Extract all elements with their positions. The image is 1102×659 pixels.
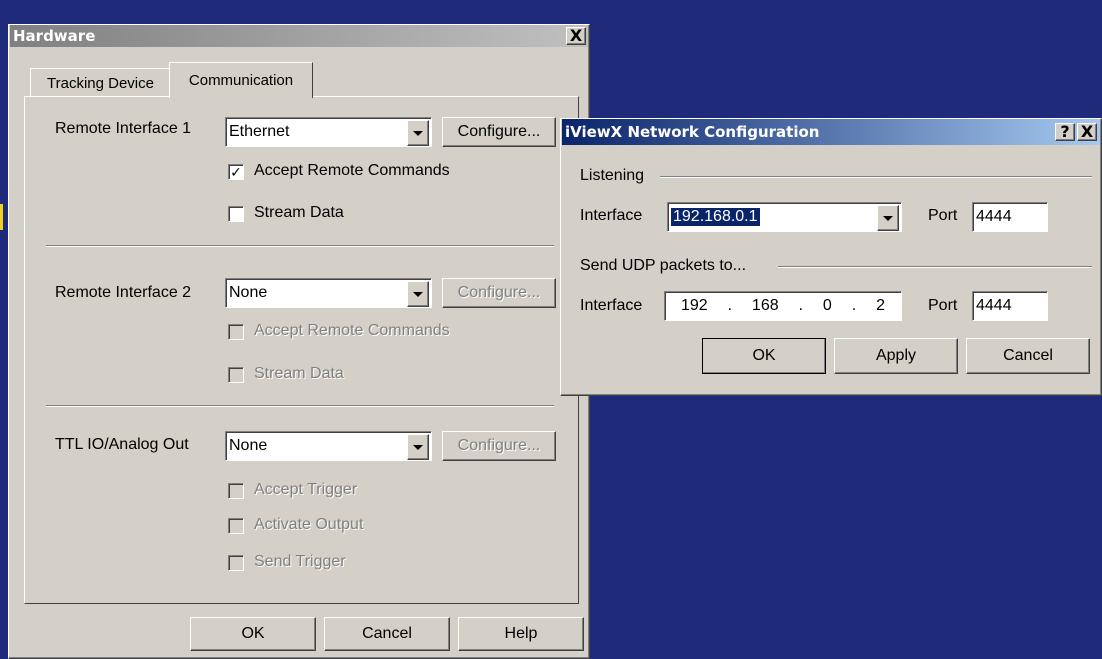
ok-label: OK <box>752 347 776 364</box>
ok-button[interactable]: OK <box>190 617 316 651</box>
cancel-label: Cancel <box>362 625 412 642</box>
ok-label: OK <box>241 625 265 642</box>
help-button[interactable]: Help <box>458 617 584 651</box>
remote-interface-2-select[interactable]: None <box>225 278 432 308</box>
hardware-titlebar[interactable]: Hardware <box>10 25 588 47</box>
send-trigger-checkbox[interactable] <box>228 555 244 571</box>
tab-tracking-device[interactable]: Tracking Device <box>30 68 171 97</box>
network-cancel-button[interactable]: Cancel <box>966 338 1090 374</box>
separator <box>46 245 554 247</box>
ip-octet-4[interactable]: 2 <box>876 297 885 315</box>
send-port-input[interactable]: 4444 <box>972 291 1048 321</box>
send-port-label: Port <box>928 297 958 314</box>
send-interface-label: Interface <box>580 297 643 314</box>
apply-label: Apply <box>875 347 917 364</box>
ip-octet-3[interactable]: 0 <box>823 297 832 315</box>
send-trigger-label: Send Trigger <box>254 553 346 570</box>
stream-data-2-label: Stream Data <box>254 365 344 382</box>
chevron-down-icon[interactable] <box>407 434 429 460</box>
edge-marker <box>0 204 3 230</box>
chevron-down-icon[interactable] <box>877 205 899 231</box>
cancel-button[interactable]: Cancel <box>324 617 450 651</box>
accept-remote-commands-2-label: Accept Remote Commands <box>254 322 450 339</box>
question-icon: ? <box>1060 122 1070 141</box>
ip-octet-1[interactable]: 192 <box>681 297 708 315</box>
listening-interface-select[interactable]: 192.168.0.1 <box>667 202 902 232</box>
close-icon: X <box>1080 122 1094 141</box>
send-udp-group-line <box>778 266 1092 268</box>
ip-octet-2[interactable]: 168 <box>752 297 779 315</box>
activate-output-label: Activate Output <box>254 516 364 533</box>
ip-dot: . <box>798 297 803 314</box>
stream-data-1-label: Stream Data <box>254 204 344 221</box>
listening-port-value: 4444 <box>976 208 1012 225</box>
configure-label: Configure... <box>457 123 541 140</box>
chevron-down-icon[interactable] <box>407 281 429 307</box>
listening-group-line <box>660 176 1092 178</box>
help-context-button[interactable]: ? <box>1055 123 1075 141</box>
chevron-down-icon[interactable] <box>407 120 429 146</box>
ip-dot: . <box>851 297 857 314</box>
tab-communication[interactable]: Communication <box>169 62 313 98</box>
listening-group-label: Listening <box>580 167 645 184</box>
ttl-io-value: None <box>229 437 268 454</box>
ttl-io-select[interactable]: None <box>225 431 432 461</box>
accept-remote-commands-1-checkbox[interactable]: ✓ <box>228 164 244 180</box>
cancel-label: Cancel <box>1003 347 1053 364</box>
network-config-titlebar[interactable]: iViewX Network Configuration <box>562 119 1100 145</box>
remote-interface-1-value: Ethernet <box>229 123 290 140</box>
accept-remote-commands-2-checkbox[interactable] <box>228 324 244 340</box>
stream-data-1-checkbox[interactable] <box>228 206 244 222</box>
listening-interface-label: Interface <box>580 207 643 224</box>
accept-trigger-label: Accept Trigger <box>254 481 358 498</box>
configure-label: Configure... <box>457 437 541 454</box>
network-apply-button[interactable]: Apply <box>834 338 958 374</box>
remote-interface-1-label: Remote Interface 1 <box>55 120 192 137</box>
help-label: Help <box>504 625 538 642</box>
hardware-title: Hardware <box>13 27 96 45</box>
hardware-close-button[interactable]: X <box>566 27 586 45</box>
remote-interface-1-configure-button[interactable]: Configure... <box>442 117 556 147</box>
tab-tracking-device-label: Tracking Device <box>47 74 154 92</box>
remote-interface-2-label: Remote Interface 2 <box>55 284 192 301</box>
ttl-io-configure-button[interactable]: Configure... <box>442 431 556 461</box>
checkmark-icon: ✓ <box>230 164 242 180</box>
activate-output-checkbox[interactable] <box>228 518 244 534</box>
network-close-button[interactable]: X <box>1077 123 1097 141</box>
listening-port-label: Port <box>928 207 958 224</box>
send-port-value: 4444 <box>976 297 1012 314</box>
ttl-io-label: TTL IO/Analog Out <box>55 436 189 453</box>
listening-interface-value: 192.168.0.1 <box>671 208 760 226</box>
network-ok-button[interactable]: OK <box>702 338 826 374</box>
configure-label: Configure... <box>457 284 541 301</box>
listening-port-input[interactable]: 4444 <box>972 202 1048 232</box>
accept-remote-commands-1-label: Accept Remote Commands <box>254 162 450 179</box>
send-ip-address-input[interactable]: 192 . 168 . 0 . 2 <box>664 291 902 321</box>
remote-interface-2-value: None <box>229 284 268 301</box>
remote-interface-2-configure-button[interactable]: Configure... <box>442 278 556 308</box>
separator <box>46 405 554 407</box>
ip-dot: . <box>727 297 733 314</box>
stream-data-2-checkbox[interactable] <box>228 367 244 383</box>
tab-communication-label: Communication <box>188 72 294 89</box>
remote-interface-1-select[interactable]: Ethernet <box>225 117 432 147</box>
network-config-title: iViewX Network Configuration <box>565 123 820 141</box>
close-icon: X <box>569 26 583 45</box>
send-udp-group-label: Send UDP packets to... <box>580 257 747 274</box>
accept-trigger-checkbox[interactable] <box>228 483 244 499</box>
